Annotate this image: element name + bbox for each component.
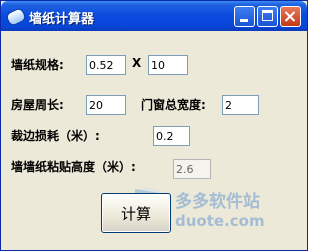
minimize-icon: [240, 19, 248, 22]
calculator-window: 墙纸计算器 墙纸规格: X 房屋周长: 门窗总宽度: 裁边损耗（米）: 墙墙纸粘…: [0, 0, 308, 251]
window-title: 墙纸计算器: [29, 12, 95, 27]
perimeter-input[interactable]: [86, 95, 126, 115]
paste-height-label: 墙墙纸粘贴高度（米）:: [11, 160, 136, 174]
window-width-label: 门窗总宽度:: [141, 98, 206, 112]
window-width-input[interactable]: [222, 95, 259, 115]
perimeter-label: 房屋周长:: [11, 98, 64, 112]
watermark-url: duote.com: [175, 212, 265, 230]
app-icon: [4, 6, 28, 28]
calculate-button[interactable]: 计算: [101, 193, 171, 233]
trim-loss-label: 裁边损耗（米）:: [11, 129, 100, 143]
watermark-title: 多多软件站: [175, 192, 260, 212]
close-button[interactable]: [280, 6, 301, 27]
paste-height-field[interactable]: [173, 159, 211, 179]
spec-label: 墙纸规格:: [11, 58, 64, 72]
times-label: X: [132, 56, 142, 70]
length-input[interactable]: [148, 55, 188, 75]
trim-loss-input[interactable]: [153, 126, 190, 146]
minimize-button[interactable]: [234, 6, 255, 27]
form-area: 墙纸规格: X 房屋周长: 门窗总宽度: 裁边损耗（米）: 墙墙纸粘贴高度（米）…: [1, 31, 307, 250]
close-icon: [285, 11, 296, 22]
maximize-icon: [262, 10, 273, 21]
width-input[interactable]: [86, 55, 126, 75]
title-bar[interactable]: 墙纸计算器: [1, 1, 307, 31]
maximize-button[interactable]: [257, 6, 278, 27]
